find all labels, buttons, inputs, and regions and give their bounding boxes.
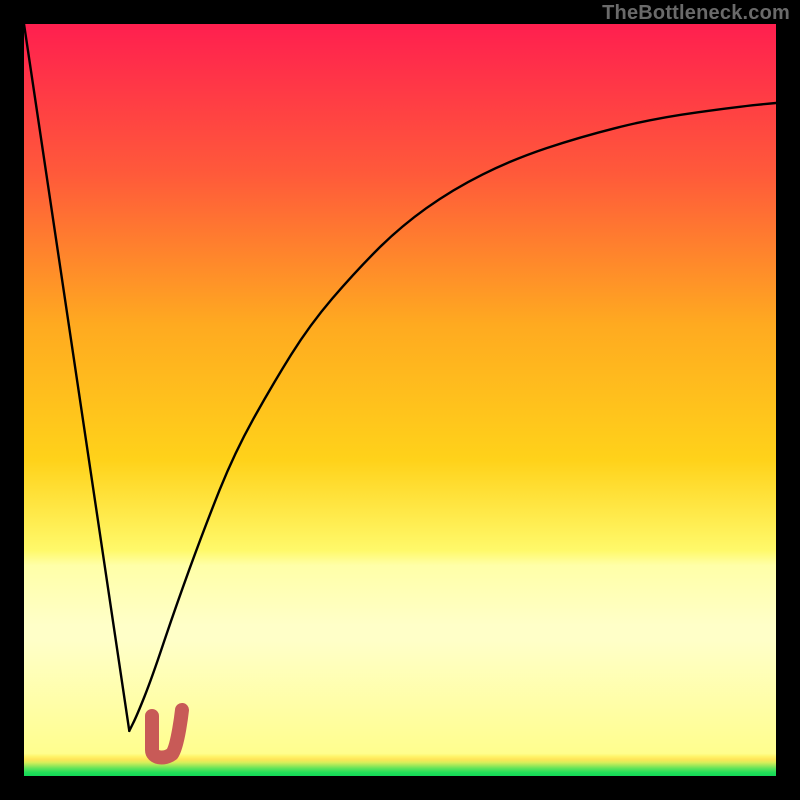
chart-frame: TheBottleneck.com [0, 0, 800, 800]
gradient-background [24, 24, 776, 776]
chart-plot [24, 24, 776, 776]
watermark-text: TheBottleneck.com [602, 2, 790, 25]
